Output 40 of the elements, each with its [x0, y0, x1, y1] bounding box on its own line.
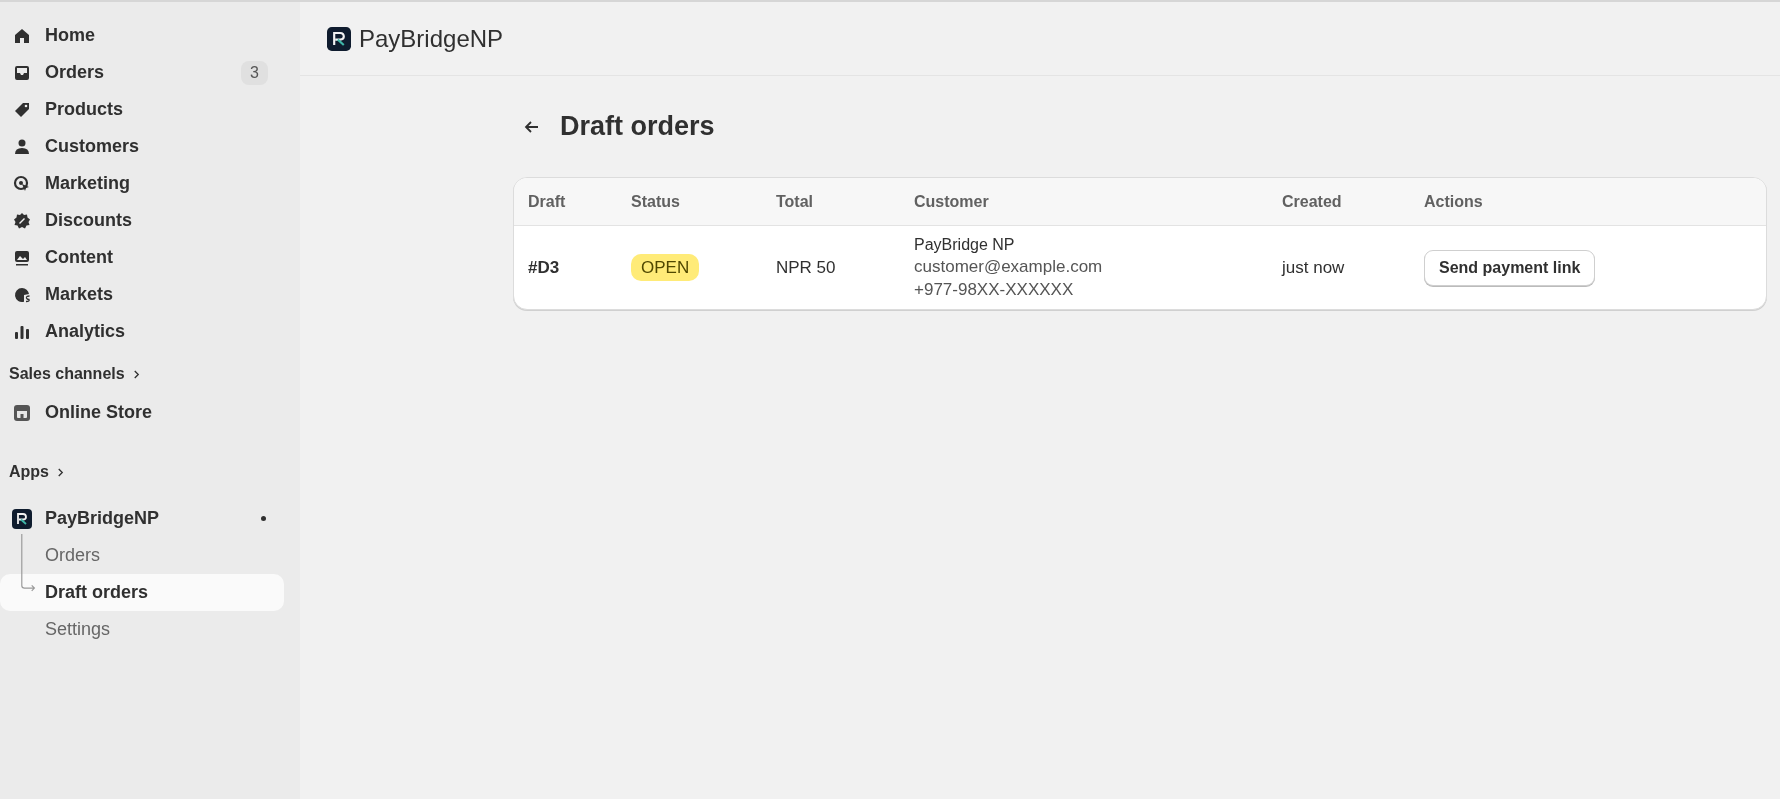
- count-badge: 3: [241, 60, 268, 85]
- table-cell-text: NPR 50: [776, 257, 837, 278]
- subnav-item[interactable]: Draft orders: [0, 574, 284, 611]
- discount-icon: [12, 210, 32, 231]
- table-cell-text: just now: [1282, 257, 1346, 278]
- page-title: Draft orders: [560, 111, 715, 142]
- customer-phone: +977-98XX-XXXXXX: [914, 279, 1075, 300]
- section-heading-link[interactable]: Apps: [0, 458, 73, 486]
- table-cell-text: #D3: [528, 257, 561, 278]
- store-icon: [12, 402, 32, 423]
- column-header: Created: [1282, 192, 1343, 211]
- customer-name: PayBridge NP: [914, 235, 1016, 254]
- send-payment-link-button[interactable]: Send payment link: [1424, 249, 1596, 286]
- app-logo-icon: [12, 508, 32, 529]
- nav-item[interactable]: Analytics: [0, 313, 284, 350]
- nav-item[interactable]: Customers: [0, 128, 284, 165]
- nav-item[interactable]: Discounts: [0, 202, 284, 239]
- status-badge: OPEN: [631, 253, 700, 281]
- column-header: Status: [631, 192, 681, 211]
- chevron-right-icon: [57, 466, 64, 478]
- subnav-item[interactable]: Orders: [0, 537, 284, 574]
- nav-item[interactable]: Content: [0, 239, 284, 276]
- column-header: Customer: [914, 192, 990, 211]
- nav-item[interactable]: Markets: [0, 276, 284, 313]
- nav-item[interactable]: Products: [0, 91, 284, 128]
- column-header: Total: [776, 192, 815, 211]
- chevron-right-icon: [132, 368, 140, 380]
- app-logo-icon: [327, 26, 351, 51]
- column-header: Draft: [528, 192, 567, 211]
- nav-item[interactable]: Home: [0, 17, 284, 54]
- tree-connector-icon: [20, 531, 38, 593]
- section-heading-link[interactable]: Sales channels: [0, 360, 149, 388]
- app-name: PayBridgeNP: [359, 24, 504, 53]
- nav-item[interactable]: PayBridgeNP: [0, 500, 284, 537]
- nav-item[interactable]: Orders 3: [0, 54, 284, 91]
- nav-item[interactable]: Online Store: [0, 394, 284, 431]
- column-header: Actions: [1424, 192, 1484, 211]
- customer-email: customer@example.com: [914, 256, 1104, 277]
- nav-item[interactable]: Marketing: [0, 165, 284, 202]
- subnav-item[interactable]: Settings: [0, 611, 284, 648]
